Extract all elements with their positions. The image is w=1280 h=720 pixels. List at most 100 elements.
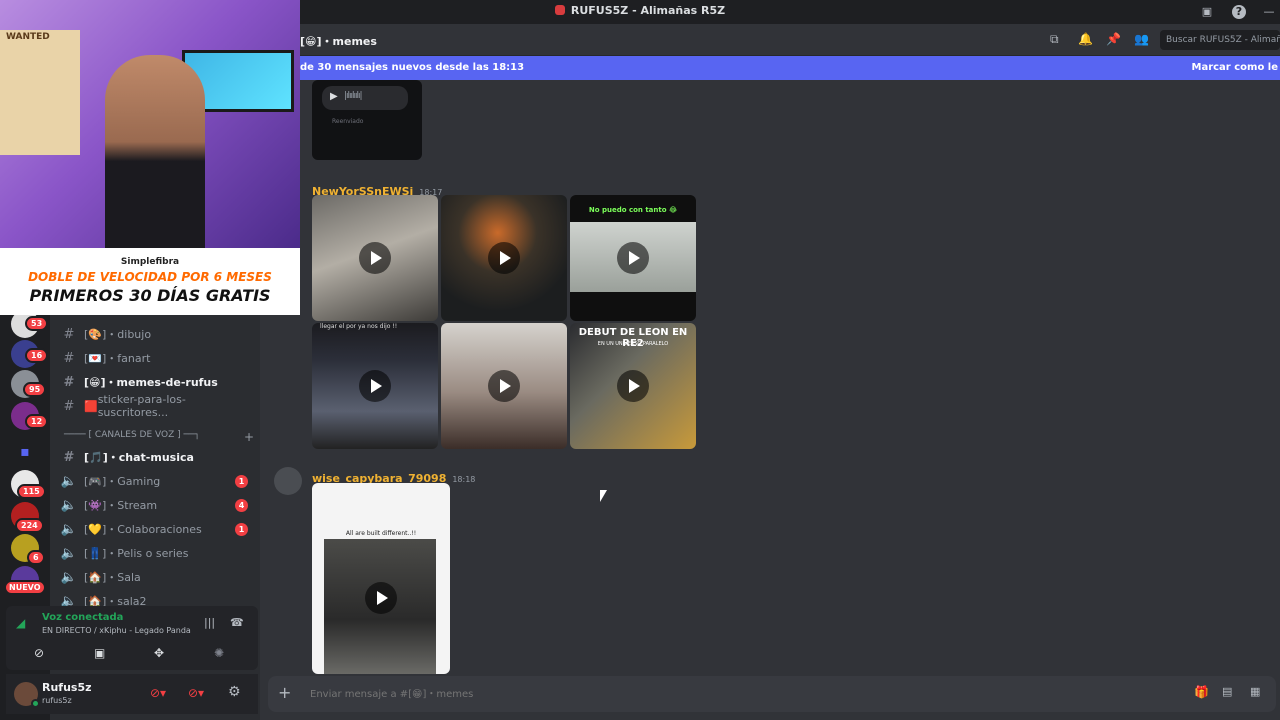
waveform-icon: |ılıılıılı| (344, 91, 363, 101)
video-attachment[interactable] (441, 323, 567, 449)
username[interactable]: Rufus5z (42, 681, 92, 694)
server-badge: 53 (25, 316, 49, 331)
video-attachment[interactable]: llegar el por ya nos dijo !! (312, 323, 438, 449)
video-attachment[interactable]: DEBUT DE LEON EN RE2 EN UN UNIVERSO PARA… (570, 323, 696, 449)
voice-channel-gaming[interactable]: 🔈 [🎮]・ Gaming 1 (60, 470, 256, 492)
member-list-icon[interactable]: 👥 (1134, 32, 1149, 46)
channel-header: [😁]・memes ⧉ 🔔 📌 👥 Buscar RUFUS5Z - Alima… (260, 24, 1280, 56)
channel-sticker[interactable]: # 🟥 sticker-para-los-suscritores... (60, 393, 256, 419)
channel-chat-musica[interactable]: # [🎵]・ chat-musica (60, 446, 256, 468)
channel-memes-de-rufus[interactable]: # [😁]・ memes-de-rufus (60, 371, 256, 393)
stream-overlay: WANTED Simplefibra DOBLE DE VELOCIDAD PO… (0, 0, 300, 315)
voice-channel-pelis[interactable]: 🔈 [👖]・ Pelis o series (60, 542, 256, 564)
play-icon[interactable] (359, 242, 391, 274)
server-icon[interactable]: 224 (11, 502, 44, 533)
video-caption: llegar el por ya nos dijo !! (320, 323, 398, 330)
avatar[interactable] (274, 467, 302, 495)
play-icon[interactable] (617, 242, 649, 274)
server-icon[interactable]: NUEVO (4, 566, 46, 595)
speaker-icon: 🔈 (60, 545, 78, 561)
poster-label: WANTED (6, 32, 50, 42)
channel-dibujo[interactable]: # [🎨]・ dibujo (60, 323, 256, 345)
soundboard-icon[interactable]: ✺ (214, 646, 224, 660)
screen-share-icon[interactable]: ▣ (94, 646, 105, 660)
voice-channel-sala[interactable]: 🔈 [🏠]・ Sala (60, 566, 256, 588)
server-icon[interactable]: 12 (11, 402, 49, 430)
minimize-icon[interactable]: — (1262, 5, 1276, 19)
promo-line2: PRIMEROS 30 DÍAS GRATIS (29, 286, 271, 305)
wanted-posters: WANTED (0, 30, 80, 155)
inbox-icon[interactable]: ▣ (1200, 5, 1214, 19)
play-icon[interactable] (617, 370, 649, 402)
notifications-bell-icon[interactable]: 🔔 (1078, 32, 1093, 46)
hash-icon: # (63, 374, 75, 390)
unread-badge: 1 (235, 474, 248, 488)
app-logo-icon (554, 5, 565, 15)
voice-detail[interactable]: EN DIRECTO / xKiphu - Legado Panda ... (42, 626, 192, 635)
add-attachment-icon[interactable]: + (278, 683, 291, 702)
hash-icon: # (63, 449, 75, 465)
server-icon[interactable]: 95 (11, 370, 47, 398)
folder-icon[interactable]: ▪ (11, 438, 39, 466)
play-icon[interactable] (488, 370, 520, 402)
mouse-cursor-icon (600, 490, 607, 502)
speaker-icon: 🔈 (60, 569, 78, 585)
user-panel: Rufus5z rufus5z ⊘▾ ⊘▾ ⚙ (6, 674, 258, 714)
play-icon[interactable] (365, 581, 397, 614)
search-input[interactable]: Buscar RUFUS5Z - Alimañ (1160, 30, 1280, 50)
hash-icon: # (63, 326, 75, 342)
activities-icon[interactable]: ✥ (154, 646, 164, 660)
sticker-icon[interactable]: ▦ (1250, 685, 1260, 698)
voice-channel-colaboraciones[interactable]: 🔈 [💛]・ Colaboraciones 1 (60, 518, 256, 540)
voice-status[interactable]: Voz conectada (42, 612, 123, 623)
mark-as-read-button[interactable]: Marcar como le (1192, 62, 1279, 73)
unread-badge: 1 (235, 522, 248, 536)
server-icon[interactable]: 16 (11, 340, 49, 368)
video-attachment[interactable] (312, 195, 438, 321)
promo-line1: DOBLE DE VELOCIDAD POR 6 MESES (28, 270, 272, 284)
gift-icon[interactable]: 🎁 (1194, 685, 1209, 699)
user-tag: rufus5z (42, 696, 72, 705)
voice-category[interactable]: ──── [ CANALES DE VOZ ] ──┐ + (64, 430, 254, 444)
threads-icon[interactable]: ⧉ (1050, 32, 1059, 47)
new-messages-bar[interactable]: de 30 mensajes nuevos desde las 18:13 Ma… (260, 56, 1280, 80)
server-badge: 224 (15, 518, 44, 533)
video-attachment[interactable]: No puedo con tanto 😂 (570, 195, 696, 321)
settings-gear-icon[interactable]: ⚙ (228, 684, 241, 700)
server-icon[interactable]: 115 (11, 470, 46, 499)
help-icon[interactable]: ? (1232, 5, 1246, 19)
promo-brand: Simplefibra (120, 257, 180, 267)
disconnect-icon[interactable]: ☎ (230, 616, 244, 629)
noise-suppression-icon[interactable]: ||| (204, 616, 215, 629)
channel-fanart[interactable]: # [💌]・ fanart (60, 347, 256, 369)
new-badge: NUEVO (4, 580, 46, 595)
unread-badge: 4 (235, 498, 248, 512)
camera-off-icon[interactable]: ⊘ (34, 646, 44, 660)
message-input[interactable] (308, 682, 1128, 706)
voice-panel: ◢ Voz conectada EN DIRECTO / xKiphu - Le… (6, 606, 258, 670)
speaker-icon: 🔈 (60, 497, 78, 513)
play-icon[interactable]: ▶ (330, 91, 338, 102)
message-composer: + 🎁 ▤ ▦ (268, 676, 1276, 712)
server-icon[interactable]: 6 (11, 534, 45, 565)
message-timestamp: 18:18 (452, 475, 476, 484)
pin-icon[interactable]: 📌 (1106, 32, 1121, 46)
video-attachment[interactable]: All are built different..!! (312, 483, 450, 674)
voice-channel-stream[interactable]: 🔈 [👾]・ Stream 4 (60, 494, 256, 516)
play-icon[interactable] (488, 242, 520, 274)
audio-waveform[interactable]: ▶ |ılıılıılı| (322, 86, 408, 110)
online-status-icon (31, 699, 40, 708)
play-icon[interactable] (359, 370, 391, 402)
gif-icon[interactable]: ▤ (1222, 685, 1232, 698)
deafen-icon[interactable]: ⊘▾ (188, 686, 204, 700)
new-messages-text: de 30 mensajes nuevos desde las 18:13 (300, 62, 525, 73)
server-badge: 95 (23, 382, 47, 397)
mute-icon[interactable]: ⊘▾ (150, 686, 166, 700)
speaker-icon: 🔈 (60, 473, 78, 489)
webcam-feed: WANTED (0, 0, 300, 248)
video-subtitle: EN UN UNIVERSO PARALELO (597, 341, 669, 347)
audio-preview[interactable]: ▶ |ılıılıılı| Reenviado (312, 80, 422, 160)
add-channel-icon[interactable]: + (244, 430, 254, 444)
video-attachment[interactable] (441, 195, 567, 321)
avatar[interactable] (14, 682, 40, 708)
